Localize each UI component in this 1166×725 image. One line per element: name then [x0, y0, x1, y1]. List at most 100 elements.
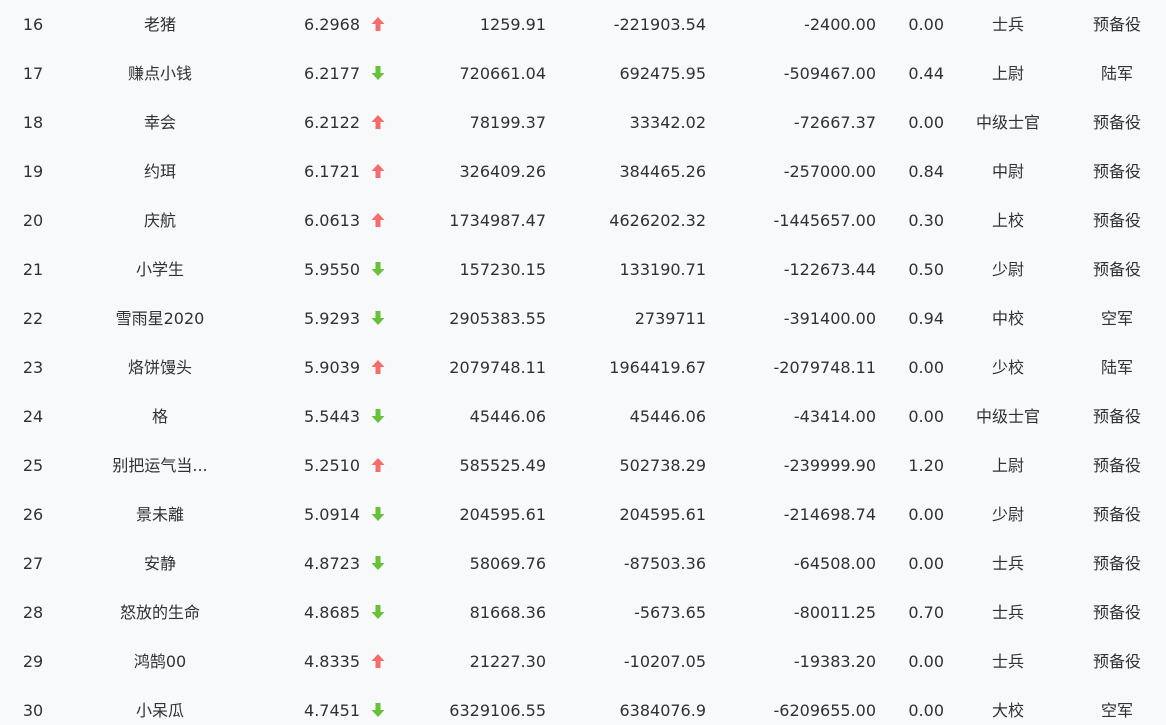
- ratio-cell: 0.00: [908, 505, 944, 524]
- arrow-down-icon: [366, 294, 390, 343]
- military-rank-cell: 中尉: [991, 162, 1024, 181]
- value-3-cell: -6209655.00: [773, 701, 876, 720]
- table-row[interactable]: 30 小呆瓜 4.7451 6329106.55 6384076.9 -6209655.0…: [0, 686, 1166, 725]
- arrow-down-icon: [366, 588, 390, 637]
- table-row[interactable]: 20 庆航 6.0613 1734987.47 4626202.32 -1445657.0…: [0, 196, 1166, 245]
- military-rank-cell: 上校: [991, 211, 1024, 230]
- value-1-cell: 204595.61: [459, 505, 546, 524]
- value-2-cell: 204595.61: [619, 505, 706, 524]
- ratio-cell: 0.44: [908, 64, 944, 83]
- value-3-cell: -391400.00: [783, 309, 876, 328]
- name-cell: 别把运气当...: [112, 456, 208, 475]
- arrow-up-icon: [366, 441, 390, 490]
- table-row[interactable]: 21 小学生 5.9550 157230.15 133190.71 -122673.44 0…: [0, 245, 1166, 294]
- ratio-cell: 1.20: [908, 456, 944, 475]
- score-cell: 5.0914: [304, 505, 360, 524]
- value-2-cell: -10207.05: [623, 652, 706, 671]
- score-cell: 6.2122: [304, 113, 360, 132]
- military-rank-cell: 上尉: [991, 456, 1024, 475]
- arrow-down-icon: [366, 245, 390, 294]
- ratio-cell: 0.94: [908, 309, 944, 328]
- value-3-cell: -122673.44: [783, 260, 876, 279]
- value-1-cell: 326409.26: [459, 162, 546, 181]
- table-row[interactable]: 16 老猪 6.2968 1259.91 -221903.54 -2400.00 0.00 士…: [0, 0, 1166, 49]
- table-row[interactable]: 29 鸿鹄00 4.8335 21227.30 -10207.05 -19383.20 0.…: [0, 637, 1166, 686]
- ratio-cell: 0.30: [908, 211, 944, 230]
- name-cell: 幸会: [143, 113, 176, 132]
- name-cell: 景未離: [135, 505, 184, 524]
- score-cell: 5.2510: [304, 456, 360, 475]
- value-1-cell: 21227.30: [469, 652, 546, 671]
- table-row[interactable]: 22 雪雨星2020 5.9293 2905383.55 2739711 -391400.…: [0, 294, 1166, 343]
- table-row[interactable]: 27 安静 4.8723 58069.76 -87503.36 -64508.00 0.00…: [0, 539, 1166, 588]
- ratio-cell: 0.00: [908, 701, 944, 720]
- table-row[interactable]: 24 格 5.5443 45446.06 45446.06 -43414.00 0.00 中级…: [0, 392, 1166, 441]
- arrow-up-icon: [366, 637, 390, 686]
- value-3-cell: -80011.25: [793, 603, 876, 622]
- name-cell: 鸿鹄00: [133, 652, 187, 671]
- name-cell: 怒放的生命: [119, 603, 200, 622]
- arrow-up-icon: [366, 0, 390, 49]
- branch-cell: 预备役: [1092, 407, 1141, 426]
- branch-cell: 预备役: [1092, 603, 1141, 622]
- table-row[interactable]: 28 怒放的生命 4.8685 81668.36 -5673.65 -80011.25 0.…: [0, 588, 1166, 637]
- military-rank-cell: 少尉: [991, 505, 1024, 524]
- value-2-cell: 2739711: [634, 309, 706, 328]
- arrow-down-icon: [366, 490, 390, 539]
- arrow-up-icon: [366, 98, 390, 147]
- value-2-cell: -87503.36: [623, 554, 706, 573]
- rank-cell: 26: [22, 505, 44, 524]
- branch-cell: 预备役: [1092, 162, 1141, 181]
- value-1-cell: 78199.37: [469, 113, 546, 132]
- table-row[interactable]: 19 约珥 6.1721 326409.26 384465.26 -257000.00 0.…: [0, 147, 1166, 196]
- table-row[interactable]: 18 幸会 6.2122 78199.37 33342.02 -72667.37 0.00 中…: [0, 98, 1166, 147]
- rank-cell: 24: [22, 407, 44, 426]
- table-row[interactable]: 17 赚点小钱 6.2177 720661.04 692475.95 -509467.00…: [0, 49, 1166, 98]
- name-cell: 庆航: [143, 211, 176, 230]
- score-cell: 5.9550: [304, 260, 360, 279]
- value-3-cell: -239999.90: [783, 456, 876, 475]
- value-2-cell: 4626202.32: [609, 211, 706, 230]
- leaderboard-table: 16 老猪 6.2968 1259.91 -221903.54 -2400.00 0.00 士…: [0, 0, 1166, 725]
- military-rank-cell: 士兵: [991, 652, 1024, 671]
- value-3-cell: -214698.74: [783, 505, 876, 524]
- value-2-cell: 33342.02: [629, 113, 706, 132]
- ratio-cell: 0.00: [908, 554, 944, 573]
- value-3-cell: -1445657.00: [773, 211, 876, 230]
- value-1-cell: 157230.15: [459, 260, 546, 279]
- value-1-cell: 1259.91: [479, 15, 546, 34]
- value-2-cell: 133190.71: [619, 260, 706, 279]
- table-row[interactable]: 26 景未離 5.0914 204595.61 204595.61 -214698.74 0…: [0, 490, 1166, 539]
- value-1-cell: 1734987.47: [449, 211, 546, 230]
- rank-cell: 18: [22, 113, 44, 132]
- name-cell: 小呆瓜: [135, 701, 184, 720]
- rank-cell: 20: [22, 211, 44, 230]
- ratio-cell: 0.00: [908, 113, 944, 132]
- branch-cell: 预备役: [1092, 505, 1141, 524]
- name-cell: 约珥: [143, 162, 176, 181]
- value-2-cell: 502738.29: [619, 456, 706, 475]
- score-cell: 4.8723: [304, 554, 360, 573]
- name-cell: 老猪: [143, 15, 176, 34]
- military-rank-cell: 中级士官: [975, 407, 1040, 426]
- ratio-cell: 0.00: [908, 15, 944, 34]
- value-2-cell: 45446.06: [629, 407, 706, 426]
- military-rank-cell: 上尉: [991, 64, 1024, 83]
- table-row[interactable]: 23 烙饼馒头 5.9039 2079748.11 1964419.67 -2079748…: [0, 343, 1166, 392]
- name-cell: 雪雨星2020: [115, 309, 205, 328]
- value-3-cell: -257000.00: [783, 162, 876, 181]
- arrow-down-icon: [366, 392, 390, 441]
- value-1-cell: 58069.76: [469, 554, 546, 573]
- military-rank-cell: 大校: [991, 701, 1024, 720]
- score-cell: 4.8335: [304, 652, 360, 671]
- rank-cell: 23: [22, 358, 44, 377]
- rank-cell: 30: [22, 701, 44, 720]
- table-row[interactable]: 25 别把运气当... 5.2510 585525.49 502738.29 -23999…: [0, 441, 1166, 490]
- military-rank-cell: 少尉: [991, 260, 1024, 279]
- score-cell: 6.0613: [304, 211, 360, 230]
- value-2-cell: 692475.95: [619, 64, 706, 83]
- rank-cell: 25: [22, 456, 44, 475]
- value-1-cell: 2905383.55: [449, 309, 546, 328]
- branch-cell: 空军: [1100, 701, 1133, 720]
- ratio-cell: 0.50: [908, 260, 944, 279]
